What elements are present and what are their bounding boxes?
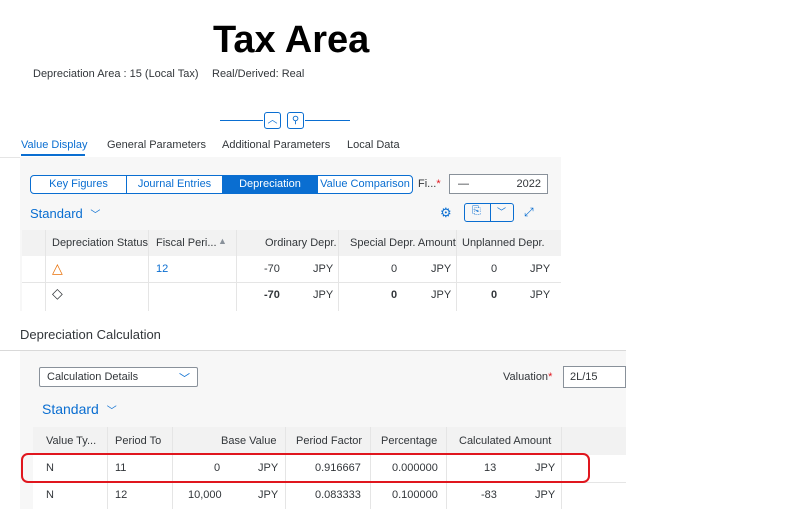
fiscal-year-label: Fi...* xyxy=(418,178,441,190)
calculated-amount-currency: JPY xyxy=(535,489,556,501)
base-value-currency: JPY xyxy=(258,489,279,501)
diamond-icon: ◇ xyxy=(52,285,63,301)
tab-value-display[interactable]: Value Display xyxy=(21,139,87,151)
chevron-up-icon: ︿ xyxy=(267,115,278,126)
base-value: 10,000 xyxy=(188,489,222,501)
period-to: 12 xyxy=(115,489,128,501)
col-unplanned-depr[interactable]: Unplanned Depr. xyxy=(462,237,545,249)
tab-general-parameters[interactable]: General Parameters xyxy=(107,139,206,151)
special-depr-total-currency: JPY xyxy=(431,289,452,301)
tab-local-data[interactable]: Local Data xyxy=(347,139,400,151)
col-depreciation-status[interactable]: Depreciation Status xyxy=(52,237,148,249)
chevron-down-icon: ﹀ xyxy=(179,373,190,385)
calculated-amount: -83 xyxy=(481,489,497,501)
ordinary-depr-value: -70 xyxy=(264,263,280,275)
dropdown-value: Calculation Details xyxy=(47,371,139,383)
valuation-value: 2L/15 xyxy=(570,371,598,383)
special-depr-value: 0 xyxy=(391,263,398,275)
valuation-label-text: Valuation xyxy=(503,371,549,383)
page-title: Tax Area xyxy=(213,19,370,61)
ordinary-depr-currency: JPY xyxy=(313,263,334,275)
col-special-depr-amount[interactable]: Special Depr. Amount xyxy=(350,237,456,249)
ordinary-depr-total-currency: JPY xyxy=(313,289,334,301)
section-title: Depreciation Calculation xyxy=(20,327,161,342)
percentage: 0.100000 xyxy=(392,489,438,501)
col-base-value[interactable]: Base Value xyxy=(221,435,276,447)
ordinary-depr-total: -70 xyxy=(264,289,280,301)
settings-icon[interactable]: ⚙ xyxy=(440,205,452,221)
unplanned-depr-currency: JPY xyxy=(530,263,551,275)
segment-value-comparison[interactable]: Value Comparison xyxy=(317,175,413,194)
calc-variant-selector[interactable]: Standard ﹀ xyxy=(42,401,117,417)
col-ordinary-depr[interactable]: Ordinary Depr. xyxy=(265,237,337,249)
fiscal-year-label-text: Fi... xyxy=(418,178,437,190)
col-period-to[interactable]: Period To xyxy=(115,435,161,447)
export-icon: ⎘ xyxy=(472,205,481,217)
chevron-down-icon: ﹀ xyxy=(106,406,117,417)
depreciation-area-label: Depreciation Area : 15 (Local Tax) xyxy=(33,68,199,80)
chevron-down-icon: ﹀ xyxy=(90,210,101,221)
col-calculated-amount[interactable]: Calculated Amount xyxy=(459,435,551,447)
period-factor: 0.083333 xyxy=(315,489,361,501)
segment-journal-entries[interactable]: Journal Entries xyxy=(126,175,223,194)
top-table-body xyxy=(22,256,561,311)
pin-header-button[interactable]: ⚲ xyxy=(287,112,304,129)
sort-ascending-icon: ▲ xyxy=(218,236,227,246)
unplanned-depr-total-currency: JPY xyxy=(530,289,551,301)
col-fiscal-period[interactable]: Fiscal Peri... xyxy=(156,237,217,249)
value-type: N xyxy=(46,489,54,501)
special-depr-currency: JPY xyxy=(431,263,452,275)
required-marker: * xyxy=(548,371,553,383)
valuation-input[interactable]: 2L/15 xyxy=(563,366,626,388)
segment-key-figures[interactable]: Key Figures xyxy=(30,175,127,194)
tab-additional-parameters[interactable]: Additional Parameters xyxy=(222,139,330,151)
active-tab-indicator xyxy=(21,154,85,156)
top-variant-selector[interactable]: Standard ﹀ xyxy=(30,206,100,221)
unplanned-depr-value: 0 xyxy=(491,263,498,275)
highlight-annotation xyxy=(21,453,590,483)
fiscal-year-dash: — xyxy=(458,178,469,190)
col-period-factor[interactable]: Period Factor xyxy=(296,435,362,447)
top-variant-label: Standard xyxy=(30,206,83,221)
warning-triangle-icon: △ xyxy=(52,260,63,276)
calculation-details-dropdown[interactable]: Calculation Details ﹀ xyxy=(39,367,198,387)
unplanned-depr-total: 0 xyxy=(491,289,498,301)
fiscal-year-value: 2022 xyxy=(516,178,541,190)
segment-depreciation[interactable]: Depreciation xyxy=(222,175,318,194)
chevron-down-icon: ﹀ xyxy=(497,207,507,217)
calc-variant-label: Standard xyxy=(42,401,99,417)
export-button[interactable]: ⎘ ﹀ xyxy=(464,203,514,222)
required-marker: * xyxy=(436,178,441,190)
fiscal-period-link[interactable]: 12 xyxy=(156,263,168,275)
real-derived-label: Real/Derived: Real xyxy=(212,68,305,80)
col-value-type[interactable]: Value Ty... xyxy=(46,435,96,447)
header-collapse-bar: ︿ ⚲ xyxy=(220,111,350,131)
valuation-label: Valuation* xyxy=(503,371,552,383)
col-percentage[interactable]: Percentage xyxy=(381,435,437,447)
pin-icon: ⚲ xyxy=(291,115,300,126)
fiscal-year-input[interactable]: — 2022 xyxy=(449,174,548,194)
special-depr-total: 0 xyxy=(391,289,398,301)
collapse-header-button[interactable]: ︿ xyxy=(264,112,281,129)
fullscreen-icon[interactable]: ⤢ xyxy=(524,205,534,220)
